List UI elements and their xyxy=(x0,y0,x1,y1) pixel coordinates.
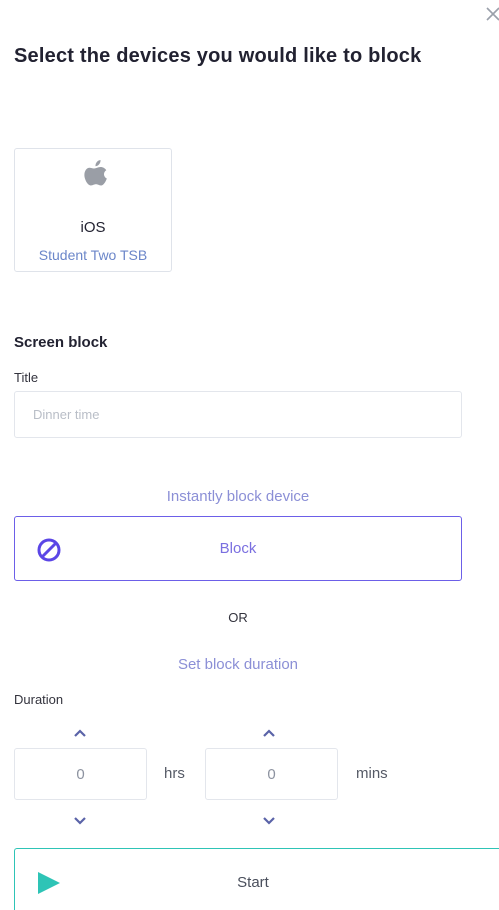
title-label: Title xyxy=(14,370,39,385)
set-duration-label: Set block duration xyxy=(177,656,299,673)
hours-decrement-icon[interactable] xyxy=(73,813,87,825)
device-owner: Student Two TSB xyxy=(38,247,148,263)
instant-block-label: Instantly block device xyxy=(166,488,310,505)
start-button-label: Start xyxy=(237,874,269,891)
minutes-increment-icon[interactable] xyxy=(262,725,276,737)
device-card-ios[interactable]: iOS Student Two TSB xyxy=(14,148,172,272)
start-button[interactable]: Start xyxy=(14,848,499,910)
section-title: Screen block xyxy=(14,334,108,351)
hours-increment-icon[interactable] xyxy=(73,725,87,737)
minutes-unit: mins xyxy=(356,765,388,782)
block-button[interactable]: Block xyxy=(14,516,462,581)
duration-label: Duration xyxy=(14,692,64,707)
apple-icon xyxy=(77,157,111,193)
block-button-label: Block xyxy=(219,540,257,557)
device-name: iOS xyxy=(80,219,106,236)
close-icon[interactable] xyxy=(484,4,499,24)
minutes-input[interactable] xyxy=(205,748,338,800)
minutes-decrement-icon[interactable] xyxy=(262,813,276,825)
page-title: Select the devices you would like to blo… xyxy=(14,45,422,67)
hours-unit: hrs xyxy=(164,765,185,782)
title-input[interactable] xyxy=(14,391,462,438)
or-divider: OR xyxy=(228,610,248,625)
hours-input[interactable] xyxy=(14,748,147,800)
